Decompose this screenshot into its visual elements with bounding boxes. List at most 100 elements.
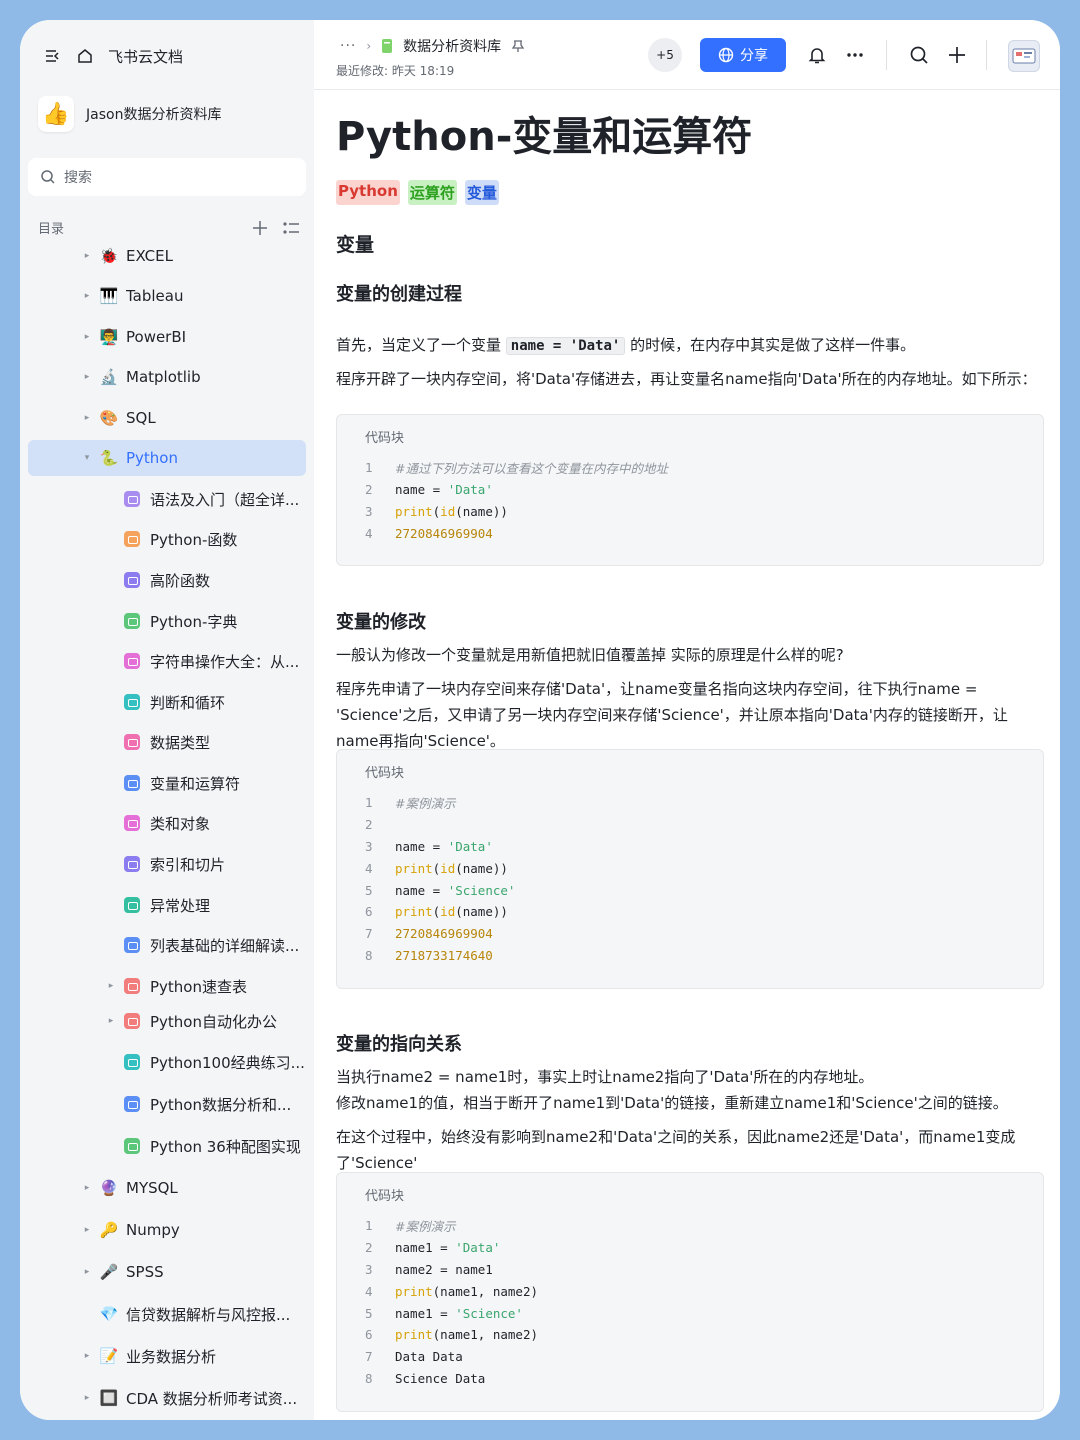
sidebar-item[interactable]: 索引和切片 (124, 846, 310, 882)
sidebar-item[interactable]: ▸ 🔲 CDA 数据分析师考试资... (80, 1380, 310, 1416)
sidebar-item[interactable]: Python 36种配图实现 (124, 1128, 310, 1164)
sidebar-item[interactable]: ▸ 👨‍🏫 PowerBI (80, 319, 310, 355)
toc-header: 目录 (38, 218, 300, 237)
code-block-1[interactable]: 代码块 1 #通过下列方法可以查看这个变量在内存中的地址 2 name = 'Data… (336, 414, 1044, 566)
sidebar-item[interactable]: ▸ 🐞 EXCEL (80, 238, 310, 274)
line-number: 8 (365, 947, 373, 963)
code-block-2[interactable]: 代码块 1 #案例演示 2 3 name = 'Data' 4 print(id(name)… (336, 749, 1044, 989)
collapse-sidebar-icon[interactable] (44, 47, 62, 65)
paragraph-1-text-end: 的时候，在内存中其实是做了这样一件事。 (625, 336, 916, 354)
sidebar-item-label: Python数据分析和... (150, 1095, 292, 1114)
code-token: print (395, 860, 433, 876)
plus-icon[interactable] (944, 42, 970, 68)
expand-arrow-icon[interactable]: ▸ (80, 332, 94, 342)
sidebar-item[interactable]: ▸ 🔑 Numpy (80, 1212, 310, 1248)
bell-icon[interactable] (804, 42, 830, 68)
code-token: print (395, 503, 433, 519)
sidebar-item-label: 数据类型 (150, 733, 211, 752)
doc-name[interactable]: 数据分析资料库 (403, 36, 501, 56)
paragraph-2: 程序开辟了一块内存空间，将'Data'存储进去，再让变量名name指向'Data… (336, 370, 1037, 388)
folder-emoji-icon: 🎹 (99, 287, 119, 305)
user-avatar[interactable] (1008, 40, 1040, 72)
expand-arrow-icon[interactable]: ▸ (80, 1351, 94, 1361)
doc-icon (124, 1054, 140, 1070)
sidebar-item[interactable]: ▸ 📝 业务数据分析 (80, 1338, 310, 1374)
sidebar-item[interactable]: 变量和运算符 (124, 765, 310, 801)
add-icon[interactable] (252, 220, 268, 236)
sidebar-item-label: SPSS (126, 1263, 164, 1281)
sidebar-item[interactable]: Python-函数 (124, 521, 310, 557)
sidebar-item[interactable]: 异常处理 (124, 887, 310, 923)
line-number: 5 (365, 1305, 373, 1321)
code-block-label: 代码块 (365, 766, 405, 781)
sidebar-item[interactable]: ▸ 🔮 MYSQL (80, 1170, 310, 1206)
sidebar-item-label: Python100经典练习... (150, 1053, 305, 1072)
sidebar-item[interactable]: 高阶函数 (124, 562, 310, 598)
heading-pointer: 变量的指向关系 (336, 1034, 462, 1055)
sidebar-item[interactable]: 语法及入门（超全详... (124, 481, 310, 517)
collaborators-badge[interactable]: +5 (648, 38, 682, 72)
code-text: #案例演示 (395, 1216, 455, 1235)
expand-arrow-icon[interactable]: ▸ (104, 1016, 118, 1026)
sidebar-item[interactable]: ▸ 🎹 Tableau (80, 278, 310, 314)
tag[interactable]: 变量 (464, 180, 499, 205)
collapse-arrow-icon[interactable]: ▾ (80, 453, 94, 463)
list-options-icon[interactable] (282, 220, 300, 236)
code-block-3[interactable]: 代码块 1 #案例演示 2 name1 = 'Data' 3 name2 = name1 4… (336, 1172, 1044, 1412)
sidebar-item[interactable]: ▸ 🎨 SQL (80, 400, 310, 436)
library-header[interactable]: 👍 Jason数据分析资料库 (38, 96, 221, 132)
sidebar-item[interactable]: ▸ Python速查表 (104, 968, 310, 1004)
sidebar-item[interactable]: ▸ 🎤 SPSS (80, 1254, 310, 1290)
sidebar-item[interactable]: Python100经典练习... (124, 1044, 310, 1080)
pin-icon[interactable] (511, 39, 525, 53)
sidebar-item-label: CDA 数据分析师考试资... (126, 1389, 298, 1408)
code-line: 2 (337, 814, 1043, 836)
doc-icon (124, 815, 140, 831)
code-text: Data Data (395, 1349, 463, 1364)
code-token: (name)) (455, 860, 508, 876)
sidebar-item[interactable]: Python-字典 (124, 603, 310, 639)
code-text: #通过下列方法可以查看这个变量在内存中的地址 (395, 458, 668, 477)
folder-emoji-icon: 🔮 (99, 1179, 119, 1197)
sidebar-item-label: Python-字典 (150, 612, 238, 631)
folder-emoji-icon: 🎤 (99, 1263, 119, 1281)
expand-arrow-icon[interactable]: ▸ (80, 413, 94, 423)
sidebar-item[interactable]: 数据类型 (124, 724, 310, 760)
share-button[interactable]: 分享 (700, 38, 786, 72)
breadcrumb-more[interactable]: ··· (340, 38, 356, 54)
sidebar-item[interactable]: 列表基础的详细解读... (124, 927, 310, 963)
sidebar-item[interactable]: 💎 信贷数据解析与风控报... (80, 1296, 310, 1332)
home-icon[interactable] (76, 47, 94, 65)
sidebar-item[interactable]: ▸ Python自动化办公 (104, 1003, 310, 1039)
search-icon[interactable] (906, 42, 932, 68)
sidebar-item[interactable]: 字符串操作大全：从... (124, 643, 310, 679)
sidebar-item[interactable]: 类和对象 (124, 805, 310, 841)
expand-arrow-icon[interactable]: ▸ (80, 251, 94, 261)
code-line: 6 print(name1, name2) (337, 1324, 1043, 1346)
expand-arrow-icon[interactable]: ▸ (80, 291, 94, 301)
app-name[interactable]: 飞书云文档 (108, 46, 183, 67)
code-line: 3 name = 'Data' (337, 836, 1043, 858)
sidebar-item[interactable]: ▾ 🐍 Python (28, 440, 306, 476)
sidebar-item[interactable]: Python数据分析和... (124, 1086, 310, 1122)
doc-icon (124, 937, 140, 953)
expand-arrow-icon[interactable]: ▸ (80, 1267, 94, 1277)
search-box[interactable]: 搜索 (28, 158, 306, 196)
expand-arrow-icon[interactable]: ▸ (80, 1393, 94, 1403)
expand-arrow-icon[interactable]: ▸ (80, 1225, 94, 1235)
code-token: (name)) (455, 503, 508, 519)
code-line: 2 name1 = 'Data' (337, 1237, 1043, 1259)
folder-emoji-icon: 📝 (99, 1347, 119, 1365)
expand-arrow-icon[interactable]: ▸ (104, 981, 118, 991)
more-icon[interactable] (842, 42, 868, 68)
code-token: #案例演示 (395, 1219, 456, 1235)
sidebar-item[interactable]: ▸ 🔬 Matplotlib (80, 359, 310, 395)
expand-arrow-icon[interactable]: ▸ (80, 1183, 94, 1193)
tag[interactable]: Python (336, 180, 400, 205)
line-number: 8 (365, 1370, 373, 1386)
expand-arrow-icon[interactable]: ▸ (80, 372, 94, 382)
sidebar-item[interactable]: 判断和循环 (124, 684, 310, 720)
sidebar-item-label: 索引和切片 (150, 855, 226, 874)
code-token: 'Science' (455, 1305, 523, 1321)
tag[interactable]: 运算符 (407, 180, 457, 205)
